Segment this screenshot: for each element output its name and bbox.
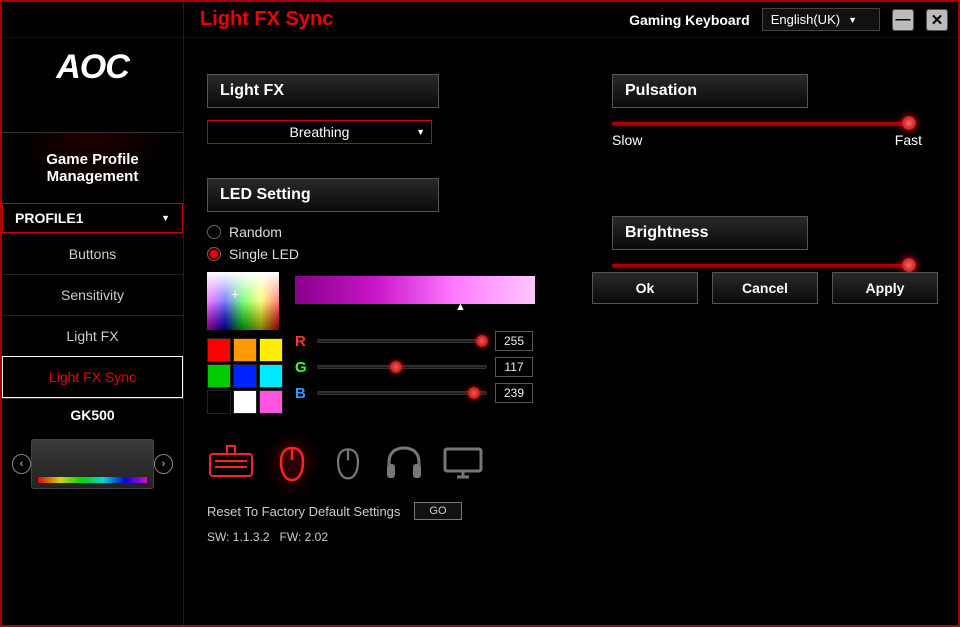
radio-random-label: Random <box>229 224 282 240</box>
effect-select[interactable]: Breathing ▼ <box>207 120 432 144</box>
mouse-active-icon[interactable] <box>271 442 313 484</box>
language-select[interactable]: English(UK) <box>762 8 880 31</box>
chevron-down-icon: ▼ <box>416 127 425 137</box>
swatch-grid <box>207 338 283 414</box>
close-button[interactable]: ✕ <box>926 9 948 31</box>
reset-go-button[interactable]: GO <box>414 502 461 520</box>
swatch-cyan[interactable] <box>259 364 283 388</box>
rgb-r-slider[interactable] <box>317 339 487 343</box>
reset-label: Reset To Factory Default Settings <box>207 504 400 519</box>
title-right: Gaming Keyboard English(UK) — ✕ <box>629 8 948 31</box>
monitor-icon[interactable] <box>441 444 485 482</box>
reset-row: Reset To Factory Default Settings GO <box>207 502 567 520</box>
sv-cursor-icon: + <box>231 286 239 302</box>
radio-dot-single <box>207 247 221 261</box>
mouse-inactive-icon[interactable] <box>329 444 367 482</box>
main-content: Light FX Breathing ▼ LED Setting Random … <box>192 44 948 615</box>
saturation-value-picker[interactable]: + <box>207 272 279 330</box>
device-next-button[interactable]: › <box>154 454 173 474</box>
pulsation-slider-block: Slow Fast <box>612 122 938 148</box>
effect-select-value: Breathing <box>290 124 350 140</box>
device-carousel: GK500 ‹ › <box>2 398 183 505</box>
hue-pointer-icon: ▲ <box>455 301 466 313</box>
device-prev-button[interactable]: ‹ <box>12 454 31 474</box>
sidebar-item-buttons[interactable]: Buttons <box>2 233 183 274</box>
rgb-g-label: G <box>295 359 309 376</box>
swatch-yellow[interactable] <box>259 338 283 362</box>
sidebar-item-light-fx-sync[interactable]: Light FX Sync <box>2 356 183 398</box>
pulsation-fast-label: Fast <box>895 132 922 148</box>
radio-single-led[interactable]: Single LED <box>207 246 567 262</box>
ok-button[interactable]: Ok <box>592 272 698 304</box>
version-text: SW: 1.1.3.2 FW: 2.02 <box>207 530 567 544</box>
swatch-green[interactable] <box>207 364 231 388</box>
swatch-white[interactable] <box>233 390 257 414</box>
pulsation-heading: Pulsation <box>612 74 808 108</box>
device-label: Gaming Keyboard <box>629 12 750 28</box>
radio-dot-random <box>207 225 221 239</box>
hue-strip[interactable]: ▲ <box>295 276 535 304</box>
radio-random[interactable]: Random <box>207 224 567 240</box>
swatch-red[interactable] <box>207 338 231 362</box>
device-model-label: GK500 <box>8 407 177 423</box>
device-thumbnail[interactable] <box>31 439 154 489</box>
page-title: Light FX Sync <box>200 8 333 31</box>
led-setting-heading: LED Setting <box>207 178 439 212</box>
brightness-heading: Brightness <box>612 216 808 250</box>
rgb-b-label: B <box>295 385 309 402</box>
swatch-orange[interactable] <box>233 338 257 362</box>
rgb-b-value[interactable]: 239 <box>495 383 533 403</box>
swatch-magenta[interactable] <box>259 390 283 414</box>
rgb-g-value[interactable]: 117 <box>495 357 533 377</box>
radio-single-label: Single LED <box>229 246 299 262</box>
sidebar-item-light-fx[interactable]: Light FX <box>2 315 183 356</box>
light-fx-heading: Light FX <box>207 74 439 108</box>
rgb-sliders: R 255 G 117 B 239 <box>295 328 567 406</box>
rgb-g-slider[interactable] <box>317 365 487 369</box>
cancel-button[interactable]: Cancel <box>712 272 818 304</box>
sidebar-item-sensitivity[interactable]: Sensitivity <box>2 274 183 315</box>
rgb-row-b: B 239 <box>295 380 567 406</box>
dialog-buttons: Ok Cancel Apply <box>592 272 938 304</box>
brand-logo: AOC <box>2 2 183 132</box>
column-right: Pulsation Slow Fast Brightness Off Brigh… <box>612 74 938 318</box>
sidebar-section-header: Game Profile Management <box>2 132 183 203</box>
pulsation-slow-label: Slow <box>612 132 642 148</box>
rgb-row-r: R 255 <box>295 328 567 354</box>
pulsation-slider[interactable] <box>612 122 912 126</box>
brightness-slider[interactable] <box>612 264 912 268</box>
sidebar: AOC Game Profile Management PROFILE1 But… <box>2 2 184 625</box>
swatch-black[interactable] <box>207 390 231 414</box>
column-left: Light FX Breathing ▼ LED Setting Random … <box>207 74 567 544</box>
apply-button[interactable]: Apply <box>832 272 938 304</box>
rgb-r-label: R <box>295 333 309 350</box>
color-area: + ▲ <box>207 272 567 414</box>
rgb-b-slider[interactable] <box>317 391 487 395</box>
brand-logo-text: AOC <box>56 48 129 87</box>
profile-select-value: PROFILE1 <box>15 210 83 226</box>
rgb-r-value[interactable]: 255 <box>495 331 533 351</box>
sync-device-icons <box>207 442 567 484</box>
minimize-button[interactable]: — <box>892 9 914 31</box>
swatch-blue[interactable] <box>233 364 257 388</box>
headset-icon[interactable] <box>383 444 425 482</box>
profile-select[interactable]: PROFILE1 <box>2 203 183 233</box>
keyboard-icon[interactable] <box>207 444 255 482</box>
rgb-row-g: G 117 <box>295 354 567 380</box>
language-select-value: English(UK) <box>771 12 840 27</box>
